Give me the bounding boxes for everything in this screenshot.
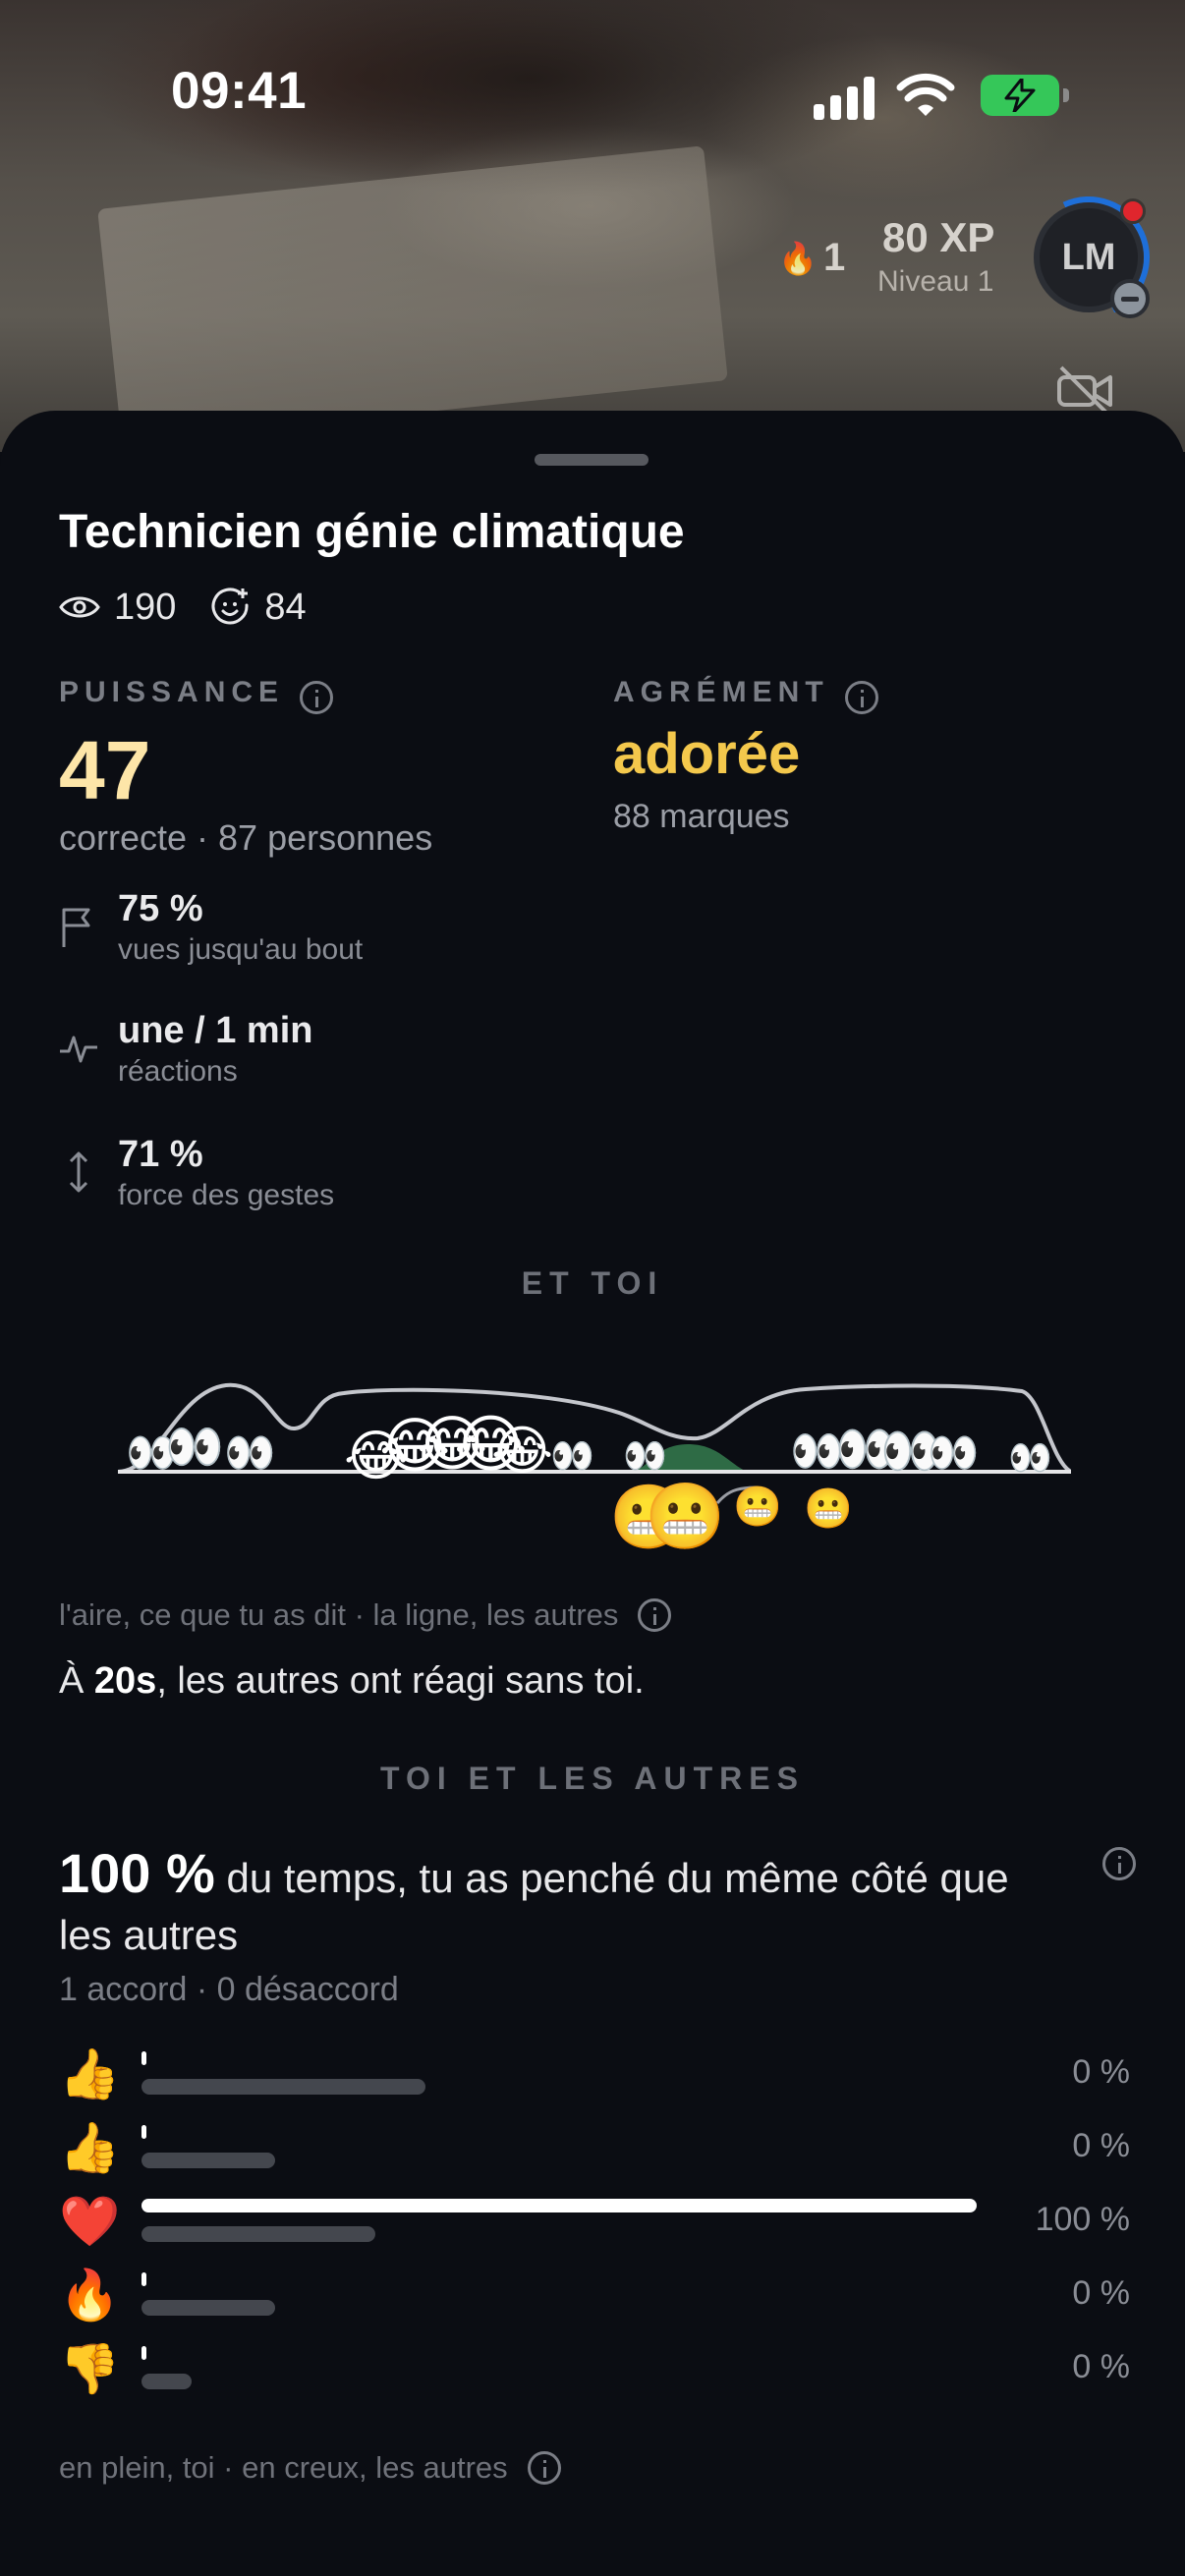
reaction-row: 👎 0 % [59, 2340, 1130, 2409]
my-reaction-bar [141, 2272, 146, 2286]
reaction-percent: 100 % [1035, 2201, 1130, 2238]
et-toi-heading: ET TOI [521, 1265, 664, 1301]
reaction-row: 👍 0 % [59, 2045, 1130, 2114]
reaction-percent: 0 % [1072, 2274, 1130, 2312]
my-reaction-bar [141, 2125, 146, 2139]
reactions-info-icon[interactable] [527, 2451, 561, 2485]
joy-emoji: 😂 [491, 1422, 554, 1481]
video-title: Technicien génie climatique [59, 506, 685, 558]
status-bar: 09:41 [0, 0, 1185, 196]
timeline-info-icon[interactable] [638, 1598, 672, 1632]
others-reaction-bar [141, 2226, 375, 2242]
streak-count: 1 [823, 236, 846, 279]
others-reaction-bar [141, 2079, 425, 2095]
timeline-legend: l'aire, ce que tu as dit · la ligne, les… [59, 1597, 672, 1633]
smiley-plus-icon [211, 588, 249, 625]
eyes-emoji: 👀 [224, 1429, 276, 1476]
puissance-subtitle: correcte · 87 personnes [59, 817, 433, 858]
reaction-emoji: 🔥 [59, 2268, 121, 2323]
puissance-value: 47 [59, 724, 151, 816]
level-label: Niveau 1 [877, 265, 994, 298]
my-reaction-bar [141, 2051, 146, 2065]
avatar-initials: LM [1061, 236, 1116, 278]
reaction-timeline: 👀 👀 👀 😂 😂 😂 😂 😂 👀 👀 👀 👀 👀 👀 👀 😬 😬 😬 😬 [118, 1334, 1071, 1560]
stat-reaction-rate: une / 1 min réactions [59, 1010, 609, 1098]
streak-flame-icon: 🔥 [778, 241, 818, 276]
reactions-legend: en plein, toi · en creux, les autres [59, 2450, 561, 2486]
eyes-emoji: 👀 [928, 1429, 980, 1476]
agreement-info-icon[interactable] [1102, 1847, 1136, 1880]
reactions-count: 84 [264, 586, 307, 628]
xp-value: 80 XP [882, 214, 995, 260]
puissance-info-icon[interactable] [300, 680, 334, 714]
others-reaction-bar [141, 2153, 275, 2168]
others-reaction-bar [141, 2300, 275, 2316]
eye-icon [59, 596, 100, 618]
puissance-label: PUISSANCE [59, 676, 334, 714]
agrement-value: adorée [613, 722, 801, 786]
stat-completion: 75 % vues jusqu'au bout [59, 888, 609, 977]
battery-icon [981, 75, 1069, 116]
signal-icon [814, 77, 875, 120]
reaction-percent: 0 % [1072, 2127, 1130, 2164]
my-reaction-bar [141, 2199, 977, 2212]
reaction-percent: 0 % [1072, 2053, 1130, 2091]
reaction-row: 👍 0 % [59, 2119, 1130, 2188]
views-count: 190 [114, 586, 177, 628]
stat-gesture-strength: 71 % force des gestes [59, 1134, 609, 1222]
flag-icon [62, 908, 90, 947]
camera-off-icon[interactable] [1055, 365, 1116, 415]
reaction-percent: 0 % [1072, 2348, 1130, 2385]
reaction-emoji: ❤️ [59, 2194, 121, 2249]
agreement-count: 1 accord · 0 désaccord [59, 1971, 399, 2008]
reaction-emoji: 👍 [59, 2046, 121, 2101]
grimace-emoji: 😬 [645, 1480, 726, 1552]
avatar-badge-icon [1110, 279, 1150, 318]
stats-sheet: Technicien génie climatique 190 84 PUISS… [0, 411, 1185, 2576]
agrement-subtitle: 88 marques [613, 798, 790, 835]
reaction-emoji: 👎 [59, 2341, 121, 2396]
agreement-summary: 100 % du temps, tu as penché du même côt… [59, 1842, 1009, 1959]
agrement-label: AGRÉMENT [613, 676, 878, 714]
my-reaction-bar [141, 2346, 146, 2360]
toi-et-autres-heading: TOI ET LES AUTRES [380, 1761, 805, 1796]
eyes-emoji: 👀 [550, 1435, 594, 1476]
video-meta: 190 84 [59, 582, 342, 633]
grimace-emoji: 😬 [733, 1485, 782, 1529]
sheet-drag-handle[interactable] [535, 454, 649, 466]
eyes-emoji: 👀 [1008, 1437, 1052, 1478]
notification-dot [1120, 198, 1146, 224]
vertical-arrows-icon [69, 1151, 88, 1193]
timeline-statement: À 20s, les autres ont réagi sans toi. [59, 1660, 645, 1702]
reaction-row: ❤️ 100 % [59, 2193, 1130, 2262]
eyes-emoji: 👀 [165, 1422, 224, 1474]
status-time: 09:41 [171, 62, 308, 120]
wifi-icon [896, 73, 955, 116]
agrement-info-icon[interactable] [844, 680, 878, 714]
others-reaction-bar [141, 2374, 192, 2389]
reaction-row: 🔥 0 % [59, 2267, 1130, 2335]
reaction-emoji: 👍 [59, 2120, 121, 2175]
grimace-emoji: 😬 [804, 1487, 853, 1531]
eyes-emoji: 👀 [623, 1435, 667, 1476]
pulse-icon [60, 1036, 97, 1063]
